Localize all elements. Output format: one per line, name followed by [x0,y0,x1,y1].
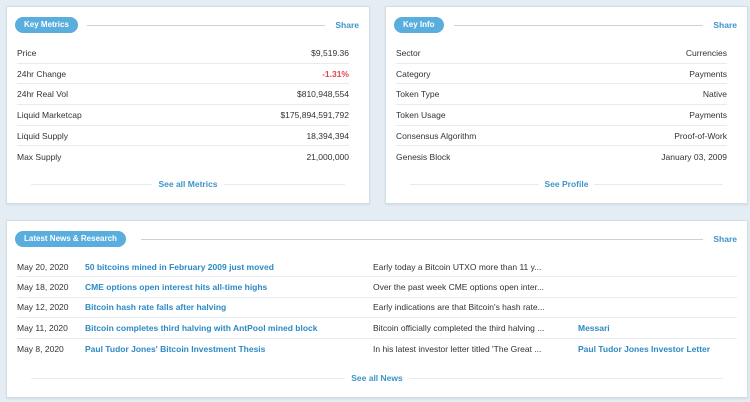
news-title-link[interactable]: Bitcoin completes third halving with Ant… [85,323,318,333]
header-divider [454,25,703,26]
info-row-token-type: Token Type Native [396,84,727,106]
key-info-share-link[interactable]: Share [713,20,737,30]
key-metrics-table: Price $9,519.36 24hr Change -1.31% 24hr … [17,43,349,167]
info-value: January 03, 2009 [661,151,727,162]
info-row-consensus-algorithm: Consensus Algorithm Proof-of-Work [396,126,727,147]
see-profile-link[interactable]: See Profile [538,175,595,193]
news-item: May 20, 2020 50 bitcoins mined in Februa… [17,257,737,278]
metric-value: $175,894,591,792 [280,109,349,120]
news-title-link[interactable]: CME options open interest hits all-time … [85,282,267,292]
news-date: May 18, 2020 [17,282,69,293]
news-source-link[interactable]: Paul Tudor Jones Investor Letter [578,344,710,354]
info-row-category: Category Payments [396,64,727,85]
header-divider [87,25,325,26]
news-item: May 8, 2020 Paul Tudor Jones' Bitcoin In… [17,339,737,359]
news-summary: Bitcoin officially completed the third h… [373,322,545,333]
info-label: Genesis Block [396,151,451,162]
latest-news-header: Latest News & Research Share [15,231,739,247]
see-all-news-link[interactable]: See all News [345,369,409,387]
info-label: Category [396,68,431,79]
news-date: May 8, 2020 [17,343,64,354]
metric-value: $9,519.36 [311,47,349,58]
news-date: May 12, 2020 [17,302,69,313]
news-summary: Early indications are that Bitcoin's has… [373,302,545,313]
key-metrics-card: Key Metrics Share Price $9,519.36 24hr C… [6,6,370,204]
key-metrics-share-link[interactable]: Share [335,20,359,30]
news-title-link[interactable]: 50 bitcoins mined in February 2009 just … [85,262,274,272]
metric-value: 18,394,394 [306,130,349,141]
info-value: Native [702,89,727,100]
info-value: Proof-of-Work [674,130,727,141]
news-date: May 20, 2020 [17,261,69,272]
key-info-card: Key Info Share Sector Currencies Categor… [385,6,748,204]
metric-row-24hr-change: 24hr Change -1.31% [17,64,349,85]
info-label: Sector [396,47,421,58]
see-profile-footer: See Profile [386,175,747,193]
metric-row-liquid-supply: Liquid Supply 18,394,394 [17,126,349,147]
news-source-link[interactable]: Messari [578,323,610,333]
see-all-news-footer: See all News [7,369,747,387]
news-item: May 12, 2020 Bitcoin hash rate falls aft… [17,298,737,319]
latest-news-card: Latest News & Research Share May 20, 202… [6,220,748,398]
metric-label: Price [17,47,37,58]
metric-label: 24hr Change [17,68,67,79]
info-value: Payments [689,109,727,120]
news-summary: Early today a Bitcoin UTXO more than 11 … [373,261,542,272]
news-item: May 18, 2020 CME options open interest h… [17,277,737,298]
key-metrics-header: Key Metrics Share [15,17,361,33]
key-info-title: Key Info [394,17,444,33]
metric-row-max-supply: Max Supply 21,000,000 [17,146,349,167]
info-value: Currencies [685,47,727,58]
info-row-sector: Sector Currencies [396,43,727,64]
metric-label: Max Supply [17,151,62,162]
metric-value: $810,948,554 [297,89,349,100]
news-list: May 20, 2020 50 bitcoins mined in Februa… [17,257,737,359]
info-row-genesis-block: Genesis Block January 03, 2009 [396,146,727,167]
news-summary: Over the past week CME options open inte… [373,282,545,293]
news-item: May 11, 2020 Bitcoin completes third hal… [17,318,737,339]
key-info-header: Key Info Share [394,17,739,33]
key-metrics-title: Key Metrics [15,17,78,33]
header-divider [141,239,703,240]
key-info-table: Sector Currencies Category Payments Toke… [396,43,727,167]
metric-row-liquid-marketcap: Liquid Marketcap $175,894,591,792 [17,105,349,126]
metric-label: 24hr Real Vol [17,89,69,100]
info-label: Token Type [396,89,440,100]
info-row-token-usage: Token Usage Payments [396,105,727,126]
metric-value: 21,000,000 [306,151,349,162]
news-title-link[interactable]: Bitcoin hash rate falls after halving [85,302,226,312]
metric-label: Liquid Supply [17,130,69,141]
metric-row-price: Price $9,519.36 [17,43,349,64]
news-title-link[interactable]: Paul Tudor Jones' Bitcoin Investment The… [85,344,265,354]
see-all-metrics-footer: See all Metrics [7,175,369,193]
latest-news-title: Latest News & Research [15,231,126,247]
info-label: Token Usage [396,109,446,120]
news-summary: In his latest investor letter titled 'Th… [373,343,542,354]
metric-label: Liquid Marketcap [17,109,82,120]
metric-row-24hr-real-vol: 24hr Real Vol $810,948,554 [17,84,349,106]
info-value: Payments [689,68,727,79]
news-date: May 11, 2020 [17,322,68,333]
latest-news-share-link[interactable]: Share [713,234,737,244]
info-label: Consensus Algorithm [396,130,477,141]
metric-value: -1.31% [322,68,349,79]
see-all-metrics-link[interactable]: See all Metrics [152,175,224,193]
